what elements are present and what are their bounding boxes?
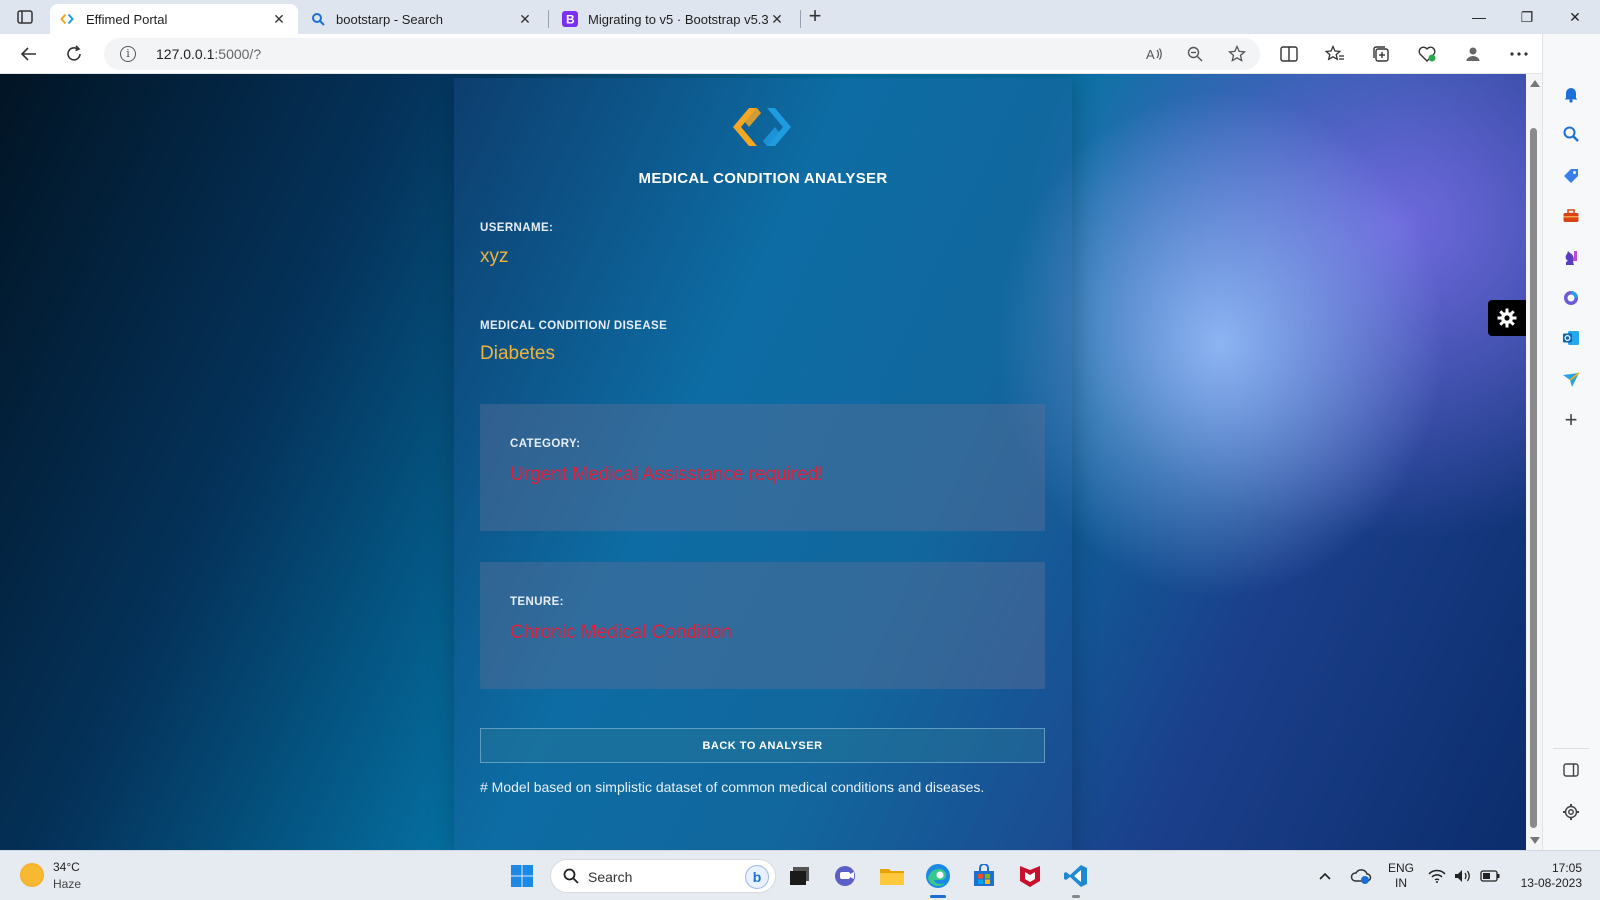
username-value: xyz <box>480 246 509 267</box>
bell-icon[interactable] <box>1559 82 1583 106</box>
file-explorer-icon[interactable] <box>876 860 908 892</box>
tab-title: Effimed Portal <box>86 11 168 27</box>
gear-icon[interactable] <box>1488 300 1526 336</box>
close-window-button[interactable]: ✕ <box>1552 0 1598 34</box>
model-note: # Model based on simplistic dataset of c… <box>480 779 985 795</box>
favorite-icon[interactable] <box>1226 44 1248 64</box>
store-icon[interactable] <box>968 860 1000 892</box>
favorites-icon[interactable] <box>1321 41 1349 67</box>
svg-text:B: B <box>566 13 575 27</box>
url-text[interactable]: 127.0.0.1:5000/? <box>156 46 261 62</box>
drop-icon[interactable] <box>1559 368 1583 392</box>
tab-title: bootstarp - Search <box>336 11 443 27</box>
search-icon[interactable] <box>1559 122 1583 146</box>
system-clock[interactable]: 17:05 13-08-2023 <box>1510 861 1582 891</box>
category-value: Urgent Medical Assisstance required! <box>510 464 824 485</box>
collections-icon[interactable] <box>1367 41 1395 67</box>
tab-close-icon[interactable]: ✕ <box>270 11 288 28</box>
split-screen-icon[interactable] <box>1275 41 1303 67</box>
svg-text:A: A <box>1146 47 1155 61</box>
language-indicator[interactable]: ENG IN <box>1388 861 1414 891</box>
analyser-result-card: MEDICAL CONDITION ANALYSER USERNAME: xyz… <box>454 78 1072 850</box>
vscode-icon[interactable] <box>1060 860 1092 898</box>
edge-icon[interactable] <box>922 860 954 898</box>
microsoft365-icon[interactable] <box>1559 286 1583 310</box>
scroll-up-icon[interactable] <box>1530 80 1540 87</box>
mcafee-icon[interactable] <box>1014 860 1046 892</box>
active-app-indicator <box>930 895 946 898</box>
tab-divider <box>548 10 549 28</box>
page-viewport: MEDICAL CONDITION ANALYSER USERNAME: xyz… <box>0 74 1526 850</box>
sidebar-divider <box>1553 748 1589 749</box>
sidebar-toggle-icon[interactable] <box>1559 758 1583 782</box>
tab-title: Migrating to v5 · Bootstrap v5.3 <box>588 11 768 27</box>
tab-strip: Effimed Portal ✕ bootstarp - Search ✕ B … <box>0 0 1600 34</box>
running-app-indicator <box>1072 895 1080 898</box>
back-icon[interactable] <box>15 41 43 67</box>
tab-migrating-bootstrap[interactable]: B Migrating to v5 · Bootstrap v5.3 ✕ <box>552 4 796 34</box>
tab-effimed-portal[interactable]: Effimed Portal ✕ <box>50 4 298 34</box>
start-icon[interactable] <box>506 860 538 892</box>
condition-label: MEDICAL CONDITION/ DISEASE <box>480 320 668 332</box>
add-icon[interactable]: + <box>1559 407 1583 432</box>
restore-button[interactable]: ❐ <box>1504 0 1550 34</box>
taskbar-search-placeholder: Search <box>588 869 633 885</box>
battery-icon[interactable] <box>1480 851 1500 900</box>
search-favicon-icon <box>310 11 326 27</box>
browser-toolbar: i 127.0.0.1:5000/? A <box>0 34 1600 74</box>
category-label: CATEGORY: <box>510 438 581 450</box>
refresh-icon[interactable] <box>60 41 88 67</box>
zoom-out-icon[interactable] <box>1184 44 1206 64</box>
address-bar[interactable]: i 127.0.0.1:5000/? A <box>104 38 1260 70</box>
tray-overflow-icon[interactable] <box>1318 851 1332 900</box>
browser-essentials-icon[interactable] <box>1413 41 1441 67</box>
tab-bootstrap-search[interactable]: bootstarp - Search ✕ <box>300 4 544 34</box>
scroll-thumb[interactable] <box>1530 128 1537 828</box>
shopping-icon[interactable] <box>1559 164 1583 188</box>
tab-actions-icon[interactable] <box>14 6 36 28</box>
games-icon[interactable] <box>1559 246 1583 270</box>
condition-value: Diabetes <box>480 343 555 364</box>
new-tab-button[interactable]: + <box>804 4 826 30</box>
search-icon <box>563 868 579 889</box>
task-view-icon[interactable] <box>784 860 816 892</box>
tenure-value: Chronic Medical Condition <box>510 622 732 643</box>
bing-icon[interactable]: b <box>745 865 769 889</box>
outlook-icon[interactable] <box>1559 326 1583 350</box>
profile-icon[interactable] <box>1459 41 1487 67</box>
read-aloud-icon[interactable]: A <box>1144 44 1166 64</box>
more-icon[interactable] <box>1505 41 1533 67</box>
username-label: USERNAME: <box>480 222 554 234</box>
back-to-analyser-button[interactable]: BACK TO ANALYSER <box>480 728 1045 763</box>
tab-close-icon[interactable]: ✕ <box>516 11 534 28</box>
effimed-favicon-icon <box>60 11 76 27</box>
effimed-logo <box>727 104 797 150</box>
tenure-label: TENURE: <box>510 596 564 608</box>
weather-temperature[interactable]: 34°C <box>53 860 80 874</box>
weather-haze-icon[interactable] <box>20 863 44 887</box>
info-icon[interactable]: i <box>120 46 136 62</box>
taskbar-search[interactable]: Search b <box>550 859 776 893</box>
weather-condition[interactable]: Haze <box>53 877 81 891</box>
volume-icon[interactable] <box>1454 851 1472 900</box>
tenure-box: TENURE: Chronic Medical Condition <box>480 562 1045 689</box>
page-scrollbar[interactable] <box>1526 74 1542 850</box>
category-box: CATEGORY: Urgent Medical Assisstance req… <box>480 404 1045 531</box>
tab-close-icon[interactable]: ✕ <box>768 11 786 28</box>
windows-taskbar: 34°C Haze Search b ENG IN 17:05 13-08-20… <box>0 850 1600 900</box>
onedrive-status-icon[interactable] <box>1350 851 1372 900</box>
edge-sidebar: + <box>1542 34 1600 850</box>
tools-icon[interactable] <box>1559 204 1583 228</box>
wifi-icon[interactable] <box>1428 851 1446 900</box>
tab-divider <box>800 10 801 28</box>
settings-icon[interactable] <box>1559 800 1583 824</box>
bootstrap-favicon-icon: B <box>562 11 578 27</box>
minimize-button[interactable]: — <box>1456 0 1502 34</box>
page-title: MEDICAL CONDITION ANALYSER <box>638 170 888 187</box>
scroll-down-icon[interactable] <box>1530 837 1540 844</box>
teams-icon[interactable] <box>830 860 862 892</box>
